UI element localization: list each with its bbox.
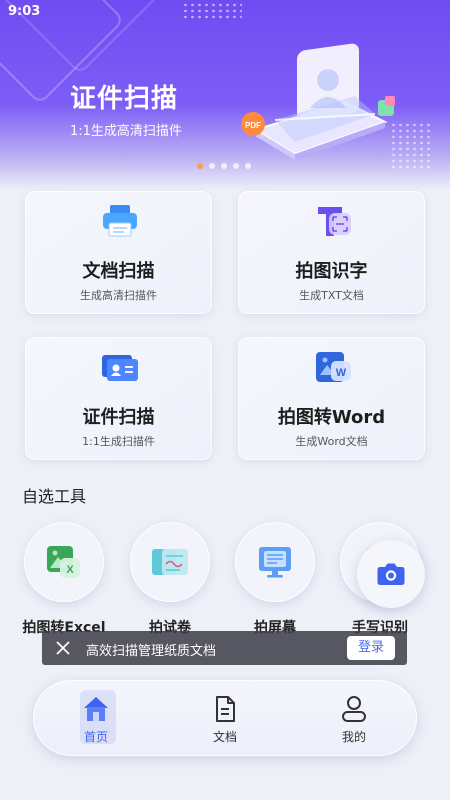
close-icon[interactable]	[55, 640, 71, 656]
feature-card-id-scan[interactable]: 证件扫描 1:1生成扫描件	[25, 337, 212, 460]
tool-screen-capture[interactable]: 拍屏幕	[225, 522, 325, 640]
section-title: 自选工具	[22, 487, 87, 506]
svg-text:X: X	[66, 564, 74, 576]
dot-pattern	[182, 2, 242, 20]
tool-button[interactable]: X	[24, 522, 104, 602]
nav-label: 我的	[341, 730, 366, 744]
svg-text:W: W	[336, 367, 347, 379]
exam-paper-icon	[152, 549, 188, 575]
tool-exam-paper[interactable]: 拍试卷	[120, 522, 220, 640]
nav-item-documents[interactable]: 文档	[195, 690, 255, 746]
banner[interactable]: 9:03 证件扫描 1:1生成高清扫描件 PDF	[0, 0, 450, 190]
profile-icon	[342, 696, 366, 722]
status-time: 9:03	[8, 4, 41, 19]
id-card-icon	[102, 355, 138, 381]
feature-subtitle: 生成TXT文档	[299, 289, 364, 302]
text-recognition-icon	[318, 207, 351, 236]
feature-subtitle: 1:1生成扫描件	[82, 435, 155, 448]
feature-title: 证件扫描	[82, 407, 155, 428]
carousel-dot[interactable]	[245, 163, 251, 169]
excel-icon: X	[47, 546, 80, 578]
nav-item-profile[interactable]: 我的	[324, 690, 384, 746]
pdf-badge: PDF	[245, 121, 261, 130]
printer-icon	[103, 205, 137, 237]
carousel-indicator[interactable]	[197, 163, 251, 169]
document-icon	[216, 696, 235, 722]
login-button[interactable]: 登录	[347, 636, 395, 660]
carousel-dot[interactable]	[197, 163, 203, 169]
bottom-navigation: 首页 文档 我的	[33, 680, 417, 756]
screen-icon	[259, 547, 291, 578]
feature-title: 拍图转Word	[277, 407, 386, 428]
banner-subtitle: 1:1生成高清扫描件	[70, 124, 182, 139]
feature-card-doc-scan[interactable]: 文档扫描 生成高清扫描件	[25, 191, 212, 314]
carousel-dot[interactable]	[209, 163, 215, 169]
camera-icon	[377, 563, 405, 585]
feature-card-text-recognition[interactable]: 拍图识字 生成TXT文档	[238, 191, 425, 314]
feature-title: 拍图识字	[295, 261, 368, 282]
banner-title: 证件扫描	[70, 84, 179, 114]
id-scan-illustration-icon: PDF	[241, 43, 395, 160]
tool-button[interactable]	[130, 522, 210, 602]
camera-button[interactable]	[357, 540, 425, 608]
feature-card-image-to-word[interactable]: W 拍图转Word 生成Word文档	[238, 337, 425, 460]
feature-subtitle: 生成Word文档	[295, 435, 368, 448]
tool-button[interactable]	[235, 522, 315, 602]
nav-item-home[interactable]: 首页	[66, 690, 126, 746]
feature-title: 文档扫描	[82, 261, 155, 282]
carousel-dot[interactable]	[221, 163, 227, 169]
feature-subtitle: 生成高清扫描件	[80, 289, 157, 302]
word-doc-icon: W	[316, 352, 351, 382]
login-prompt-bar: 高效扫描管理纸质文档 登录	[42, 631, 407, 665]
nav-label: 文档	[212, 730, 237, 744]
tool-image-to-excel[interactable]: X 拍图转Excel	[14, 522, 114, 640]
nav-label: 首页	[83, 730, 108, 744]
carousel-dot[interactable]	[233, 163, 239, 169]
login-prompt-text: 高效扫描管理纸质文档	[86, 644, 217, 659]
home-icon	[84, 697, 108, 721]
